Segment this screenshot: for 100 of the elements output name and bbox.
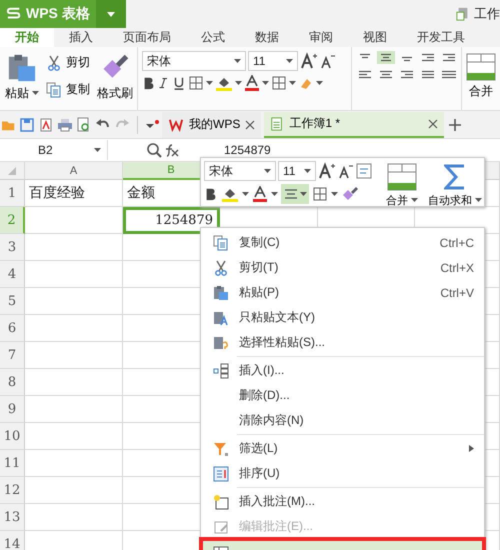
align-left-icon [358,70,372,79]
app-logo-icon [6,7,22,21]
merge-cells-icon [387,163,417,191]
menu-item[interactable]: 清除内容(N) [201,408,484,433]
dropdown-arrow-icon [234,58,241,64]
submenu-arrow-icon [469,445,474,452]
distributed-button[interactable] [440,68,458,81]
shortcut-text: Ctrl+X [440,260,474,274]
merge-button[interactable]: 合并 [384,161,420,203]
customize-menu-icon [145,118,159,130]
format-painter-button[interactable]: 格式刷 [96,51,134,106]
menu-item[interactable]: 选择性粘贴(S)... [201,330,484,355]
menu-item[interactable]: 粘贴(P) Ctrl+V [201,280,484,305]
menu-item[interactable]: 删除(D)... [201,383,484,408]
indent-increase-icon [442,53,456,62]
autosum-button[interactable]: 自动求和 [426,161,484,203]
sort-icon [213,466,229,482]
copy-button[interactable]: 复制 [44,78,92,101]
wps-logo-icon [168,118,184,132]
menu-item[interactable]: 插入批注(M)... [201,489,484,514]
document-icon [456,6,470,22]
filter-icon [213,440,229,456]
align-right-button[interactable] [398,68,416,81]
row-header[interactable]: 1 [0,180,25,207]
justify-icon [421,70,435,79]
align-left-button[interactable] [356,68,374,81]
row-header[interactable]: 7 [0,342,25,369]
scissors-icon [213,260,229,276]
justify-button[interactable] [419,68,437,81]
align-center-button[interactable] [377,68,395,81]
dropdown-arrow-icon [94,148,101,152]
ribbon-tab[interactable]: 公式 [186,28,240,47]
document-tab[interactable]: 工作簿1 * [264,112,444,138]
zoom-icon [146,142,162,158]
row-header[interactable]: 3 [0,234,25,261]
app-menu-caret-icon[interactable] [96,0,126,28]
fill-color-icon [221,186,239,202]
row-header[interactable]: 6 [0,315,25,342]
row-header[interactable]: 12 [0,477,25,504]
paste-text-icon [213,310,229,326]
ribbon-tab[interactable]: 开始 [0,28,54,47]
menu-item[interactable]: 插入(I)... [201,358,484,383]
merge-button[interactable]: 合并 [464,51,498,110]
align-middle-button[interactable] [377,51,395,64]
row-header[interactable]: 5 [0,288,25,315]
dropdown-arrow-icon [271,192,278,196]
print-icon [57,116,73,132]
paste-special-icon [213,334,229,350]
spreadsheet-icon [270,116,284,132]
align-center-button[interactable] [281,184,309,204]
indent-decrease-icon [421,53,435,62]
row-header[interactable]: 10 [0,423,25,450]
row-header[interactable]: 13 [0,504,25,531]
ribbon-tab[interactable]: 审阅 [294,28,348,47]
dropdown-arrow-icon [475,198,482,203]
ribbon-tab[interactable]: 页面布局 [108,28,186,47]
formula-field[interactable]: 1254879 [218,143,271,157]
dropdown-arrow-icon [304,168,311,174]
format-painter-icon [341,185,359,203]
font-name-select[interactable]: 宋体 [204,161,276,181]
row-header[interactable]: 8 [0,369,25,396]
font-size-select[interactable]: 11 [248,51,298,71]
indent-decrease-button[interactable] [419,51,437,64]
ribbon-tab[interactable]: 视图 [348,28,402,47]
font-color-icon [252,186,268,202]
copy-icon [46,82,62,98]
row-header[interactable]: 11 [0,450,25,477]
font-name-select[interactable]: 宋体 [142,51,246,71]
dropdown-arrow-icon [316,80,323,86]
borders-icon [271,75,287,91]
cut-button[interactable]: 剪切 [44,51,92,74]
paste-button[interactable]: 粘贴 [4,51,40,106]
close-icon [245,120,256,130]
menu-item[interactable]: 只粘贴文本(Y) [201,305,484,330]
menu-item[interactable]: 剪切(T) Ctrl+X [201,255,484,280]
indent-increase-button[interactable] [440,51,458,64]
row-header[interactable]: 4 [0,261,25,288]
pdf-export-icon [38,116,54,132]
align-right-icon [400,70,414,79]
table-cell: 百度经验 [25,180,123,207]
edit-comment-icon [213,518,229,534]
menu-item[interactable]: 排序(U) [201,461,484,486]
document-tab[interactable]: 我的WPS [162,112,262,138]
row-header[interactable]: 14 [0,531,25,550]
font-size-select[interactable]: 11 [278,161,316,181]
name-box[interactable]: B2 [0,140,108,160]
font-grow-icon [318,162,336,180]
dropdown-arrow-icon [289,80,296,86]
ribbon-tab[interactable]: 开发工具 [402,28,480,47]
close-icon [428,118,438,128]
row-header[interactable]: 9 [0,396,25,423]
column-header[interactable]: A [25,162,123,180]
insert-comment-icon [213,494,229,510]
dropdown-arrow-icon [242,192,249,196]
menu-item[interactable]: 筛选(L) [201,436,484,461]
paste-icon [7,53,37,83]
ribbon-tab[interactable]: 插入 [54,28,108,47]
ribbon-tab[interactable]: 数据 [240,28,294,47]
dropdown-arrow-icon [206,80,213,86]
font-grow-icon [300,52,318,70]
